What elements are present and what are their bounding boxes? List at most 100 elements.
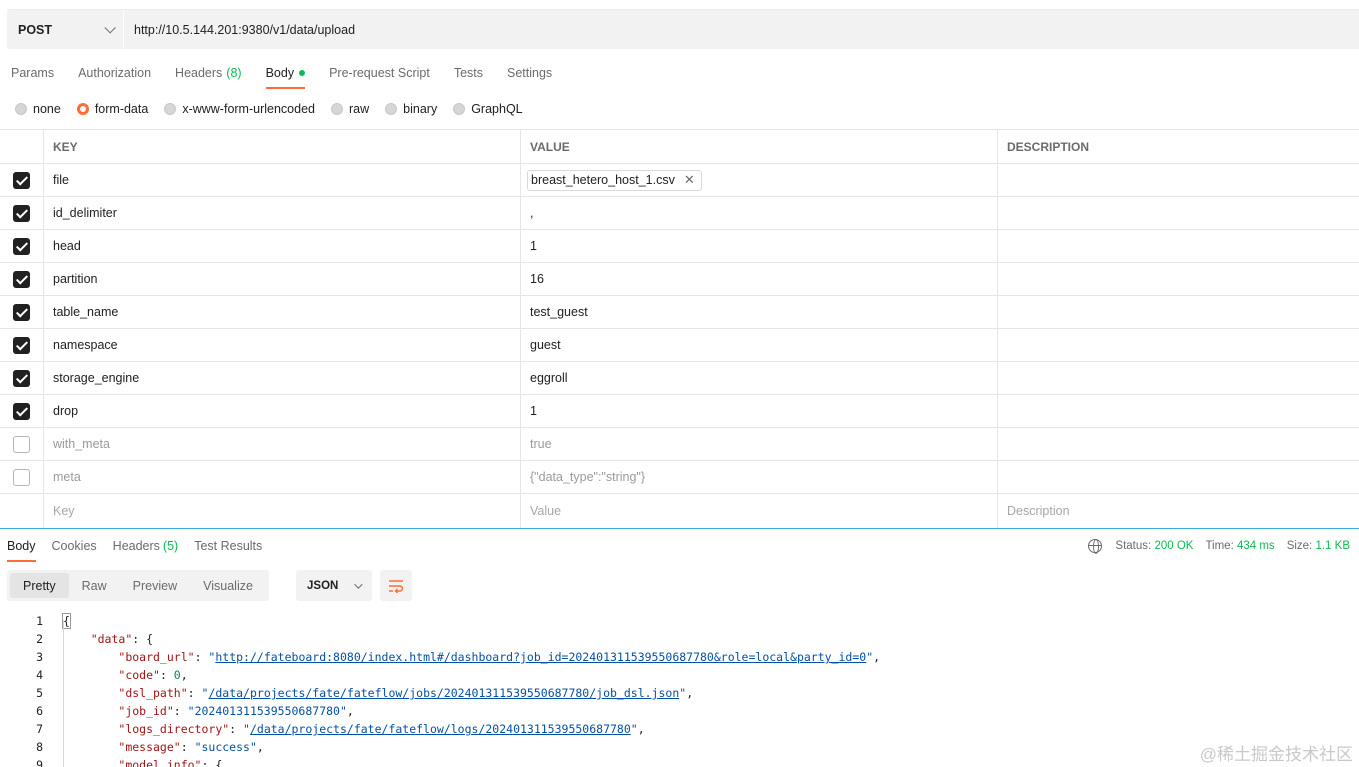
tab-label: Pre-request Script (329, 66, 430, 80)
response-tabs: Body Cookies Headers (5) Test Results (7, 537, 278, 562)
row-checkbox[interactable] (13, 336, 30, 354)
new-key-input[interactable]: Key (44, 494, 521, 528)
tab-settings[interactable]: Settings (507, 60, 552, 88)
value-cell[interactable]: eggroll (521, 362, 998, 394)
tab-tests[interactable]: Tests (454, 60, 483, 88)
response-body-code[interactable]: 1{ 2 "data": { 3 "board_url": "http://fa… (0, 612, 1359, 767)
tab-body[interactable]: Body (265, 60, 306, 89)
row-checkbox[interactable] (13, 171, 30, 189)
status-info[interactable]: Status: 200 OK (1115, 540, 1193, 552)
tab-label: Authorization (78, 66, 152, 80)
description-cell[interactable] (998, 296, 1359, 328)
form-data-table: KEY VALUE DESCRIPTION file breast_hetero… (0, 129, 1359, 528)
time-info[interactable]: Time: 434 ms (1205, 540, 1274, 552)
radio-raw[interactable]: raw (331, 102, 369, 116)
description-cell[interactable] (998, 461, 1359, 493)
tab-pre-request-script[interactable]: Pre-request Script (329, 60, 430, 88)
key-cell[interactable]: head (44, 230, 521, 262)
response-tab-test-results[interactable]: Test Results (194, 537, 262, 561)
value-cell[interactable]: , (521, 197, 998, 229)
value-cell[interactable]: {"data_type":"string"} (521, 461, 998, 493)
description-cell[interactable] (998, 428, 1359, 460)
value-cell[interactable]: 16 (521, 263, 998, 295)
header-key: KEY (44, 130, 521, 163)
tab-authorization[interactable]: Authorization (78, 60, 151, 88)
value-cell[interactable]: 1 (521, 395, 998, 427)
value-cell[interactable]: breast_hetero_host_1.csv ✕ (521, 164, 998, 196)
new-value-input[interactable]: Value (521, 494, 998, 528)
row-checkbox[interactable] (13, 303, 30, 321)
row-checkbox[interactable] (13, 237, 30, 255)
radio-none[interactable]: none (15, 102, 61, 116)
row-checkbox[interactable] (13, 270, 30, 288)
response-tab-headers[interactable]: Headers (5) (113, 537, 179, 561)
row-checkbox[interactable] (13, 204, 30, 222)
radio-binary[interactable]: binary (385, 102, 437, 116)
new-description-input[interactable]: Description (998, 494, 1359, 528)
globe-icon[interactable] (1088, 539, 1103, 554)
description-cell[interactable] (998, 197, 1359, 229)
response-tab-body[interactable]: Body (7, 537, 36, 562)
radio-graphql[interactable]: GraphQL (453, 102, 523, 116)
code-line: 3 "board_url": "http://fateboard:8080/in… (0, 648, 1359, 666)
pane-divider[interactable] (0, 528, 1359, 529)
value-cell[interactable]: true (521, 428, 998, 460)
json-link[interactable]: /data/projects/fate/fateflow/jobs/202401… (208, 686, 679, 700)
radio-form-data[interactable]: form-data (76, 102, 148, 116)
radio-label: x-www-form-urlencoded (182, 102, 315, 116)
value-cell[interactable]: 1 (521, 230, 998, 262)
description-cell[interactable] (998, 395, 1359, 427)
size-info[interactable]: Size: 1.1 KB (1287, 540, 1350, 552)
description-cell[interactable] (998, 230, 1359, 262)
description-cell[interactable] (998, 164, 1359, 196)
tab-headers[interactable]: Headers (8) (175, 60, 242, 88)
key-cell[interactable]: table_name (44, 296, 521, 328)
key-cell[interactable]: id_delimiter (44, 197, 521, 229)
code-line: 4 "code": 0, (0, 666, 1359, 684)
tab-label: Body (7, 539, 36, 553)
json-link[interactable]: http://fateboard:8080/index.html#/dashbo… (215, 650, 866, 664)
radio-icon (331, 103, 343, 115)
tab-label: Body (265, 66, 295, 80)
value-cell[interactable]: guest (521, 329, 998, 361)
key-cell[interactable]: meta (44, 461, 521, 493)
key-cell[interactable]: partition (44, 263, 521, 295)
close-icon[interactable]: ✕ (684, 172, 695, 188)
json-link[interactable]: /data/projects/fate/fateflow/logs/202401… (250, 722, 631, 736)
row-checkbox[interactable] (13, 435, 30, 453)
table-row: namespace guest (0, 329, 1359, 362)
code-text: "job_id": "202401311539550687780", (118, 704, 354, 718)
description-cell[interactable] (998, 362, 1359, 394)
json-key: "board_url" (118, 650, 195, 664)
row-checkbox[interactable] (13, 468, 30, 486)
pretty-button[interactable]: Pretty (10, 573, 69, 598)
key-cell[interactable]: storage_engine (44, 362, 521, 394)
raw-button[interactable]: Raw (69, 573, 120, 598)
tab-params[interactable]: Params (11, 60, 54, 88)
description-cell[interactable] (998, 263, 1359, 295)
method-select[interactable]: POST (7, 10, 123, 49)
url-input[interactable]: http://10.5.144.201:9380/v1/data/upload (124, 10, 1359, 49)
description-cell[interactable] (998, 329, 1359, 361)
preview-button[interactable]: Preview (120, 573, 190, 598)
format-select[interactable]: JSON (296, 570, 372, 601)
key-cell[interactable]: file (44, 164, 521, 196)
line-number: 2 (36, 632, 43, 646)
file-name: breast_hetero_host_1.csv (531, 173, 675, 187)
value-cell[interactable]: test_guest (521, 296, 998, 328)
visualize-button[interactable]: Visualize (190, 573, 266, 598)
code-text: "message": "success", (118, 740, 264, 754)
radio-x-www-form-urlencoded[interactable]: x-www-form-urlencoded (164, 102, 315, 116)
row-checkbox[interactable] (13, 402, 30, 420)
response-tab-cookies[interactable]: Cookies (52, 537, 97, 561)
wrap-lines-button[interactable] (380, 570, 412, 601)
row-checkbox[interactable] (13, 369, 30, 387)
size-value: 1.1 KB (1315, 540, 1350, 552)
table-row: with_meta true (0, 428, 1359, 461)
key-cell[interactable]: with_meta (44, 428, 521, 460)
header-checkbox-cell (0, 130, 44, 163)
key-cell[interactable]: drop (44, 395, 521, 427)
tab-label: Params (11, 66, 55, 80)
key-cell[interactable]: namespace (44, 329, 521, 361)
line-number: 1 (36, 614, 43, 628)
